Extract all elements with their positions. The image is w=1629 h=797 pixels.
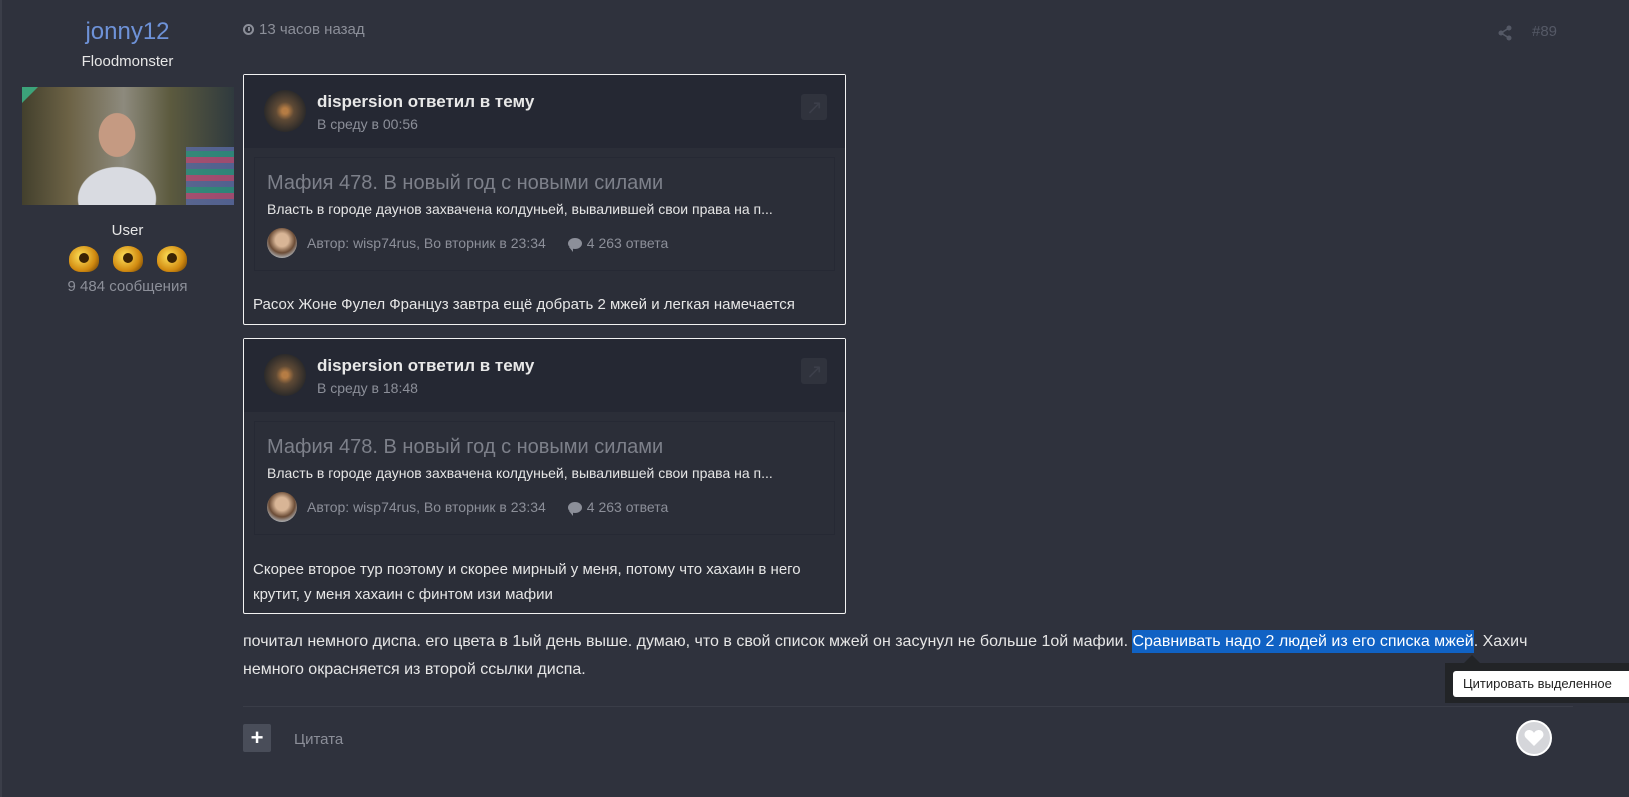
multiquote-plus-button[interactable]: + <box>243 724 271 752</box>
left-edge <box>0 0 2 797</box>
topic-author: Автор: wisp74rus, Во вторник в 23:34 <box>307 235 546 251</box>
user-avatar[interactable] <box>264 354 306 396</box>
quoted-activity-card: dispersion ответил в тему В среду в 00:5… <box>243 74 846 325</box>
clock-icon <box>243 24 254 35</box>
topic-title-link[interactable]: Мафия 478. В новый год с новыми силами <box>267 436 663 459</box>
card-headline: dispersion ответил в тему <box>317 92 534 112</box>
share-icon[interactable] <box>1497 25 1513 41</box>
card-time: В среду в 18:48 <box>317 380 418 396</box>
card-headline: dispersion ответил в тему <box>317 356 534 376</box>
online-indicator-icon <box>21 87 38 103</box>
topic-author: Автор: wisp74rus, Во вторник в 23:34 <box>307 499 546 515</box>
quote-selection-button[interactable]: Цитировать выделенное <box>1453 671 1629 697</box>
quoted-activity-card: dispersion ответил в тему В среду в 18:4… <box>243 338 846 614</box>
author-group: User <box>111 222 144 239</box>
heart-icon <box>1524 730 1544 746</box>
author-name-link[interactable]: jonny12 <box>20 18 235 46</box>
card-user-link[interactable]: dispersion <box>317 356 403 375</box>
selected-text[interactable]: Сравнивать надо 2 людей из его списка мж… <box>1132 630 1474 653</box>
card-reply-text: Расох Жоне Фулел Француз завтра ещё добр… <box>253 296 795 313</box>
card-time: В среду в 00:56 <box>317 116 418 132</box>
topic-replies: 4 263 ответа <box>586 235 669 251</box>
card-action: ответил в тему <box>407 356 535 375</box>
rank-badge-icon <box>109 243 147 275</box>
card-header: dispersion ответил в тему В среду в 18:4… <box>244 339 845 412</box>
topic-preview: Мафия 478. В новый год с новыми силами В… <box>254 157 835 271</box>
quote-button[interactable]: Цитата <box>294 731 343 748</box>
topic-author-avatar[interactable] <box>267 492 297 522</box>
post-number-link[interactable]: #89 <box>1532 23 1557 40</box>
card-reply-text: Скорее второе тур поэтому и скорее мирны… <box>253 561 801 603</box>
external-link-icon[interactable] <box>801 94 827 120</box>
card-action: ответил в тему <box>407 92 535 111</box>
post-date[interactable]: 13 часов назад <box>243 21 365 38</box>
like-button[interactable] <box>1516 720 1552 756</box>
user-avatar[interactable] <box>264 90 306 132</box>
post-divider <box>243 706 1573 707</box>
card-header: dispersion ответил в тему В среду в 00:5… <box>244 75 845 148</box>
quote-selection-tooltip: Цитировать выделенное <box>1445 655 1629 703</box>
topic-excerpt: Власть в городе даунов захвачена колдунь… <box>267 465 773 481</box>
topic-excerpt: Власть в городе даунов захвачена колдунь… <box>267 201 773 217</box>
external-link-icon[interactable] <box>801 358 827 384</box>
rank-badge-icon <box>65 243 103 275</box>
topic-meta: Автор: wisp74rus, Во вторник в 23:34 4 2… <box>267 492 668 522</box>
card-user-link[interactable]: dispersion <box>317 92 403 111</box>
author-avatar[interactable] <box>21 87 234 205</box>
rank-badges <box>20 243 235 275</box>
author-panel: jonny12 Floodmonster User 9 484 сообщени… <box>20 0 235 295</box>
author-title: Floodmonster <box>81 53 174 70</box>
post-text-plain: почитал немного диспа. его цвета в 1ый д… <box>243 633 1133 650</box>
topic-replies: 4 263 ответа <box>586 499 669 515</box>
comment-icon <box>567 501 582 516</box>
post-time: 13 часов назад <box>259 21 365 38</box>
topic-preview: Мафия 478. В новый год с новыми силами В… <box>254 421 835 535</box>
rank-badge-icon <box>153 243 191 275</box>
topic-title-link[interactable]: Мафия 478. В новый год с новыми силами <box>267 172 663 195</box>
topic-meta: Автор: wisp74rus, Во вторник в 23:34 4 2… <box>267 228 668 258</box>
topic-author-avatar[interactable] <box>267 228 297 258</box>
post-body: почитал немного диспа. его цвета в 1ый д… <box>243 628 1573 684</box>
avatar-background-detail <box>185 147 234 205</box>
comment-icon <box>567 237 582 252</box>
author-posts-count: 9 484 сообщения <box>67 278 188 295</box>
